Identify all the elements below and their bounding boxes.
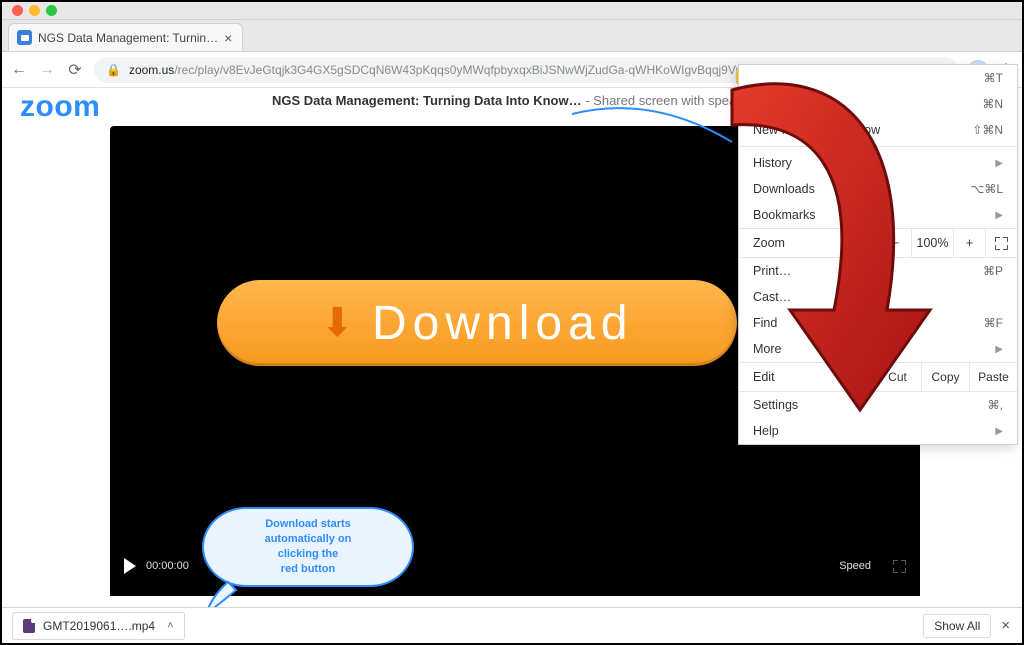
menu-item-incognito[interactable]: New Incognito Window⇧⌘N — [739, 117, 1017, 143]
window-titlebar — [2, 2, 1022, 20]
close-shelf-icon[interactable]: × — [1001, 617, 1010, 634]
speed-button[interactable]: Speed — [839, 560, 871, 572]
lock-icon: 🔒 — [106, 63, 121, 77]
menu-item-zoom: Zoom − 100% + — [739, 228, 1017, 258]
show-all-button[interactable]: Show All — [923, 614, 991, 638]
menu-item-help[interactable]: Help▶ — [739, 418, 1017, 444]
zoom-out-button[interactable]: − — [879, 228, 911, 258]
file-icon — [23, 619, 35, 633]
download-label: Download — [372, 296, 633, 351]
edit-cut-button[interactable]: Cut — [873, 362, 921, 392]
menu-item-downloads[interactable]: Downloads⌥⌘L — [739, 176, 1017, 202]
download-file-item[interactable]: GMT2019061….mp4 ˄ — [12, 612, 185, 640]
download-arrow-icon: ⬇ — [321, 300, 355, 346]
tab-strip: NGS Data Management: Turnin… × — [2, 20, 1022, 52]
back-icon[interactable]: ← — [10, 61, 28, 79]
url-path: /rec/play/v8EvJeGtqjk3G4GX5gSDCqN6W43pKq… — [174, 63, 781, 77]
browser-menu: ⌘T N⌘N New Incognito Window⇧⌘N History▶ … — [738, 64, 1018, 445]
maximize-window-icon[interactable] — [46, 5, 57, 16]
close-tab-icon[interactable]: × — [224, 31, 232, 45]
close-window-icon[interactable] — [12, 5, 23, 16]
menu-item-print[interactable]: Print…⌘P — [739, 258, 1017, 284]
menu-item-bookmarks[interactable]: Bookmarks▶ — [739, 202, 1017, 228]
fullscreen-icon[interactable] — [893, 560, 906, 573]
forward-icon[interactable]: → — [38, 61, 56, 79]
menu-item-find[interactable]: Find⌘F — [739, 310, 1017, 336]
zoom-value: 100% — [911, 228, 953, 258]
play-icon[interactable] — [124, 558, 136, 574]
menu-item-more-tools[interactable]: More▶ — [739, 336, 1017, 362]
zoom-in-button[interactable]: + — [953, 228, 985, 258]
reload-icon[interactable]: ⟳ — [66, 60, 84, 80]
minimize-window-icon[interactable] — [29, 5, 40, 16]
chevron-up-icon[interactable]: ˄ — [167, 620, 173, 632]
menu-item-cast[interactable]: Cast… — [739, 284, 1017, 310]
menu-item-edit: Edit Cut Copy Paste — [739, 362, 1017, 392]
menu-item-settings[interactable]: Settings⌘, — [739, 392, 1017, 418]
timecode: 00:00:00 — [146, 560, 189, 572]
edit-paste-button[interactable]: Paste — [969, 362, 1017, 392]
menu-item-new-tab[interactable]: ⌘T — [739, 65, 1017, 91]
zoom-favicon-icon — [17, 30, 32, 45]
menu-item-new-window[interactable]: N⌘N — [739, 91, 1017, 117]
edit-copy-button[interactable]: Copy — [921, 362, 969, 392]
fullscreen-button[interactable] — [985, 228, 1017, 258]
download-button[interactable]: ⬇ Download — [217, 280, 737, 366]
annotation-callout: Download starts automatically on clickin… — [202, 507, 414, 587]
url-host: zoom.us — [129, 63, 174, 77]
download-shelf: GMT2019061….mp4 ˄ Show All × — [2, 607, 1022, 643]
menu-item-history[interactable]: History▶ — [739, 150, 1017, 176]
browser-tab[interactable]: NGS Data Management: Turnin… × — [8, 23, 243, 51]
download-file-name: GMT2019061….mp4 — [43, 619, 155, 633]
zoom-logo: zoom — [20, 90, 100, 124]
recording-title: NGS Data Management: Turning Data Into K… — [272, 93, 756, 108]
tab-title: NGS Data Management: Turnin… — [38, 31, 218, 45]
